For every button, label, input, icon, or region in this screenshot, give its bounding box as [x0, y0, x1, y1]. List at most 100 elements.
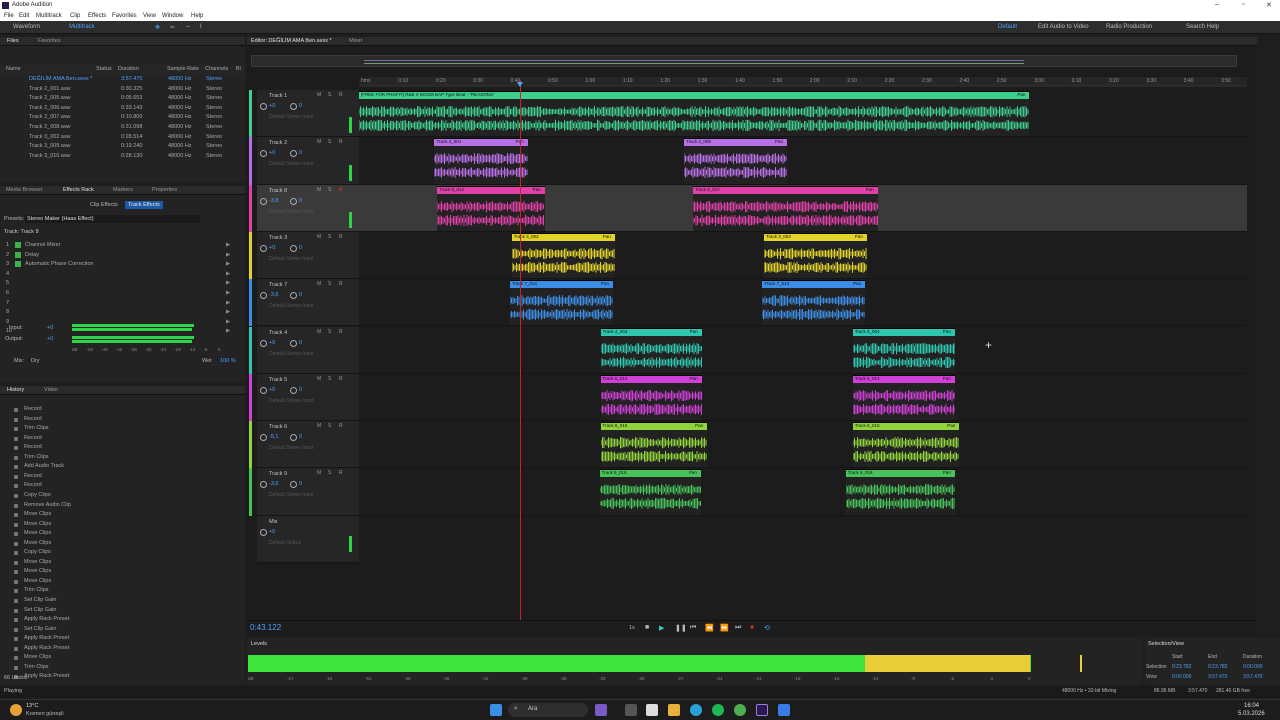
pan-knob-icon[interactable]: [290, 103, 297, 110]
track-volume[interactable]: +0: [269, 103, 275, 109]
tab-history[interactable]: History: [7, 387, 24, 393]
audio-clip[interactable]: Track 7_013 Pan: [509, 280, 613, 326]
history-item[interactable]: Apply Rack Preset: [24, 645, 69, 651]
track-lane[interactable]: Track 5_014 Pan Track 5_014 Pan: [359, 374, 1247, 422]
history-item[interactable]: Record: [24, 473, 42, 479]
track-name[interactable]: Track 4: [269, 330, 287, 336]
history-item[interactable]: Move Clips: [24, 530, 51, 536]
effect-menu-arrow-icon[interactable]: ▶: [226, 300, 230, 306]
effect-menu-arrow-icon[interactable]: ▶: [226, 261, 230, 267]
track-lane[interactable]: Track 9_016 Pan Track 9_016 Pan: [359, 468, 1247, 516]
track-header[interactable]: Track 3 M S R +0 0 Default Stereo Input: [249, 231, 359, 280]
razor-tool-icon[interactable]: ✂: [170, 24, 175, 31]
track-pan[interactable]: 0: [299, 434, 302, 440]
workspace-edit-audio-to-video[interactable]: Edit Audio to Video: [1038, 24, 1089, 30]
timeline-scrollbar[interactable]: [359, 84, 1247, 87]
task-view-icon[interactable]: [625, 704, 637, 716]
effect-menu-arrow-icon[interactable]: ▶: [226, 271, 230, 277]
menu-window[interactable]: Window: [162, 13, 183, 19]
effect-slot[interactable]: 2 Delay ▶: [0, 251, 245, 260]
mute-button[interactable]: M: [317, 92, 321, 98]
track-name[interactable]: Track 9: [269, 471, 287, 477]
view-duration[interactable]: 3:57.470: [1243, 674, 1262, 680]
history-item[interactable]: Record: [24, 435, 42, 441]
solo-button[interactable]: S: [328, 187, 331, 193]
track-volume[interactable]: +0: [269, 150, 275, 156]
record-arm-button[interactable]: R: [339, 376, 343, 382]
track-volume[interactable]: -3,6: [269, 481, 278, 487]
effect-menu-arrow-icon[interactable]: ▶: [226, 252, 230, 258]
effect-slot[interactable]: 9 ▶: [0, 318, 245, 327]
tab-effects-rack[interactable]: Effects Rack: [63, 187, 94, 193]
track-name[interactable]: Track 7: [269, 282, 287, 288]
track-pan[interactable]: 0: [299, 150, 302, 156]
history-item[interactable]: Set Clip Gain: [24, 597, 56, 603]
tab-favorites[interactable]: Favorites: [38, 38, 61, 44]
record-arm-button[interactable]: R: [339, 139, 343, 145]
file-row[interactable]: Track 2_005.wav 0:05.653 48000 Hz Stereo: [0, 94, 245, 103]
history-item[interactable]: Trim Clips: [24, 425, 49, 431]
record-arm-button[interactable]: R: [339, 329, 343, 335]
history-item[interactable]: Record: [24, 482, 42, 488]
wet-value[interactable]: 100 %: [220, 358, 236, 364]
history-item[interactable]: Move Clips: [24, 540, 51, 546]
audio-clip[interactable]: Track 2_008 Pan: [684, 138, 787, 184]
file-row[interactable]: Track 2_007.wav 0:10.800 48000 Hz Stereo: [0, 113, 245, 122]
file-explorer-icon[interactable]: [668, 704, 680, 716]
audio-clip[interactable]: Track 7_013 Pan: [762, 280, 866, 326]
effect-slot[interactable]: 7 ▶: [0, 299, 245, 308]
playhead-handle-icon[interactable]: [517, 82, 523, 87]
record-arm-button[interactable]: R: [339, 423, 343, 429]
track-volume[interactable]: +0: [269, 245, 275, 251]
history-item[interactable]: Trim Clips: [24, 454, 49, 460]
effect-slot[interactable]: 1 Channel Mixer ▶: [0, 241, 245, 250]
pan-knob-icon[interactable]: [290, 339, 297, 347]
pan-knob-icon[interactable]: [290, 244, 297, 252]
history-item[interactable]: Set Clip Gain: [24, 626, 56, 632]
history-item[interactable]: Trim Clips: [24, 664, 49, 670]
tab-mixer[interactable]: Mixer: [349, 38, 362, 44]
solo-button[interactable]: S: [328, 281, 331, 287]
file-row[interactable]: Track 3_002.wav 0:28.514 48000 Hz Stereo: [0, 133, 245, 142]
audio-clip[interactable]: Track 8_012 Pan: [437, 185, 545, 231]
mute-button[interactable]: M: [317, 470, 321, 476]
weather-icon[interactable]: [10, 704, 22, 716]
stop-icon[interactable]: ■: [645, 624, 649, 631]
file-row[interactable]: Track 3_009.wav 0:19.240 48000 Hz Stereo: [0, 142, 245, 151]
history-item[interactable]: Remove Audio Clip: [24, 502, 71, 508]
record-arm-button[interactable]: R: [339, 470, 343, 476]
tab-editor[interactable]: Editor: DEĞİLİM AMA Ben.sesx *: [251, 38, 332, 44]
move-tool-icon[interactable]: ✥: [155, 24, 160, 31]
workspace-default[interactable]: Default: [998, 24, 1017, 30]
track-lane[interactable]: Track 6_015 Pan Track 6_015 Pan: [359, 421, 1247, 469]
track-input[interactable]: Default Stereo Input: [269, 398, 313, 404]
power-icon[interactable]: [15, 251, 21, 258]
volume-knob-icon[interactable]: [260, 103, 267, 110]
menu-file[interactable]: File: [4, 13, 14, 19]
volume-knob-icon[interactable]: [260, 150, 267, 158]
track-volume[interactable]: -3,6: [269, 292, 278, 298]
widgets-icon[interactable]: [595, 704, 607, 716]
record-arm-button[interactable]: R: [339, 281, 343, 287]
track-input[interactable]: Default Stereo Input: [269, 303, 313, 309]
effect-slot[interactable]: 4 ▶: [0, 270, 245, 279]
solo-button[interactable]: S: [328, 423, 331, 429]
volume-knob-icon[interactable]: [260, 339, 267, 347]
taskbar-search[interactable]: ⌕ Ara: [508, 703, 588, 717]
history-item[interactable]: Move Clips: [24, 654, 51, 660]
solo-button[interactable]: S: [328, 92, 331, 98]
history-item[interactable]: Record: [24, 406, 42, 412]
pan-knob-icon[interactable]: [290, 386, 297, 394]
track-input[interactable]: Default Stereo Input: [269, 161, 313, 167]
track-header[interactable]: Track 9 M S R -3,6 0 Default Stereo Input: [249, 468, 359, 516]
record-arm-button[interactable]: R: [339, 92, 343, 98]
history-item[interactable]: Move Clips: [24, 521, 51, 527]
menu-help[interactable]: Help: [191, 13, 203, 19]
multitrack-view-button[interactable]: Multitrack: [69, 24, 95, 30]
volume-knob-icon[interactable]: [260, 244, 267, 252]
history-item[interactable]: Move Clips: [24, 578, 51, 584]
view-start[interactable]: 0:00.000: [1172, 674, 1191, 680]
effect-slot[interactable]: 3 Automatic Phase Correction ▶: [0, 260, 245, 269]
waveform-view-button[interactable]: Waveform: [13, 24, 40, 30]
tab-track-effects[interactable]: Track Effects: [125, 201, 163, 209]
